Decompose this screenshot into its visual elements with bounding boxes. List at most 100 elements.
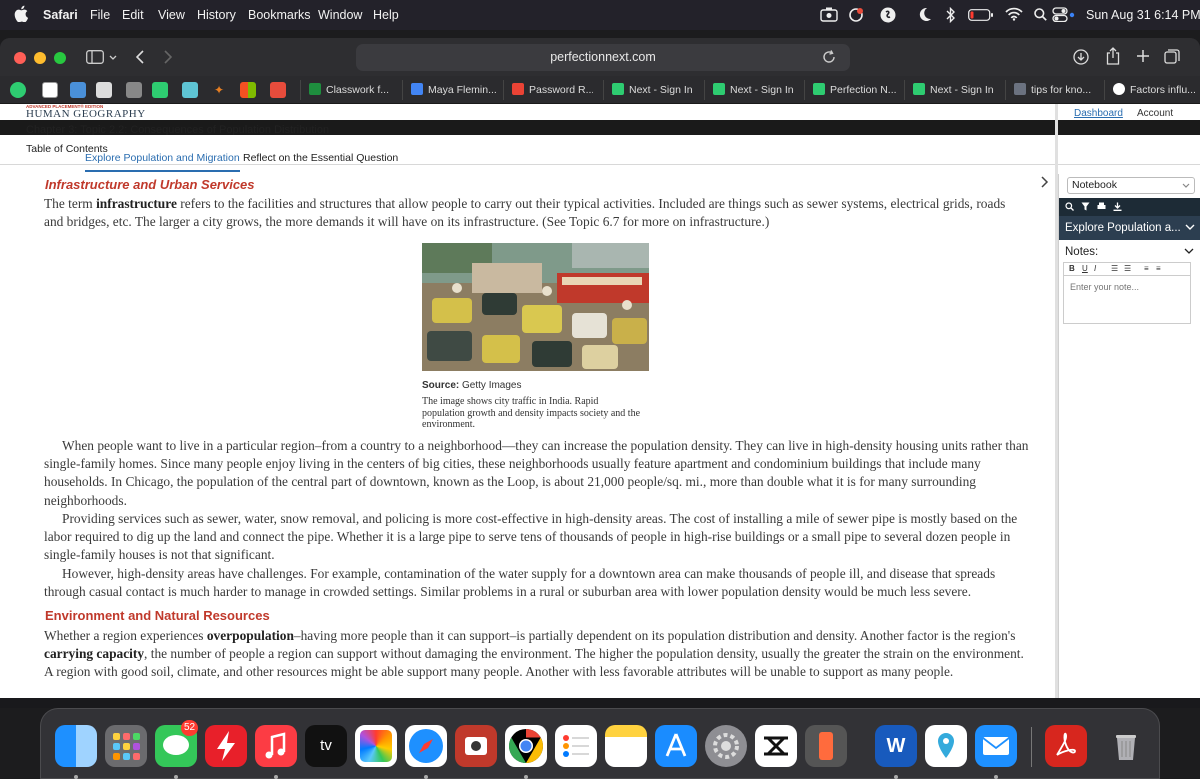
underline-button[interactable]: U (1082, 263, 1088, 275)
wifi-icon[interactable] (1005, 7, 1023, 21)
menu-window[interactable]: Window (318, 8, 362, 22)
menu-app-name[interactable]: Safari (43, 8, 78, 22)
bookmark-password[interactable]: Password R... (503, 80, 593, 100)
bookmark-icon-microsoft[interactable] (240, 82, 256, 98)
print-icon[interactable] (1097, 202, 1106, 211)
bookmark-next-sign-in-1[interactable]: Next - Sign In (603, 80, 699, 100)
notebook-section-header[interactable]: Explore Population a... (1059, 216, 1200, 240)
ordered-list-icon[interactable]: ☰ (1111, 263, 1118, 275)
photo-booth-icon[interactable] (455, 725, 497, 767)
notes-app-icon[interactable] (605, 725, 647, 767)
spark-icon[interactable] (205, 725, 247, 767)
menu-view[interactable]: View (158, 8, 185, 22)
iphone-mirroring-icon[interactable] (805, 725, 847, 767)
launchpad-grid-icon (113, 733, 140, 760)
back-arrow-icon[interactable] (136, 50, 144, 64)
bookmark-next-sign-in-2[interactable]: Next - Sign In (704, 80, 800, 100)
battery-icon[interactable] (968, 9, 994, 21)
bookmark-maya[interactable]: Maya Flemin... (402, 80, 497, 100)
spotlight-search-icon[interactable] (1034, 8, 1047, 21)
align-justify-icon[interactable]: ≡ (1156, 263, 1161, 275)
system-settings-icon[interactable] (705, 725, 747, 767)
app-store-icon[interactable] (655, 725, 697, 767)
maps-pin-icon[interactable] (925, 725, 967, 767)
capcut-icon[interactable] (755, 725, 797, 767)
apple-tv-icon[interactable]: tv (305, 725, 347, 767)
control-center-icon[interactable] (1052, 7, 1076, 22)
window-close-button[interactable] (14, 52, 26, 64)
list-icon (563, 735, 589, 757)
photos-icon[interactable] (355, 725, 397, 767)
bookmark-icon-shield[interactable] (10, 82, 26, 98)
reminders-icon[interactable] (555, 725, 597, 767)
tab-reflect-question[interactable]: Reflect on the Essential Question (243, 152, 398, 164)
chevron-down-icon[interactable] (1184, 248, 1194, 255)
safari-toolbar: perfectionnext.com (0, 38, 1200, 76)
menu-edit[interactable]: Edit (122, 8, 144, 22)
bookmark-next-sign-in-3[interactable]: Next - Sign In (904, 80, 1000, 100)
tab-explore-population[interactable]: Explore Population and Migration (85, 152, 240, 172)
bookmark-classwork[interactable]: Classwork f... (300, 80, 392, 100)
screen-record-icon[interactable] (820, 7, 838, 22)
unordered-list-icon[interactable]: ☰ (1124, 263, 1131, 275)
menubar-clock[interactable]: Sun Aug 31 6:14 PM (1086, 8, 1200, 22)
creative-cloud-icon[interactable] (846, 7, 866, 22)
menu-history[interactable]: History (197, 8, 236, 22)
bookmark-factors[interactable]: Factors influ... (1104, 80, 1200, 100)
align-left-icon[interactable]: ≡ (1144, 263, 1149, 275)
shazam-icon[interactable] (880, 7, 896, 23)
launchpad-icon[interactable] (105, 725, 147, 767)
bookmark-icon-next[interactable] (152, 82, 168, 98)
bookmark-icon-calendar[interactable] (96, 82, 112, 98)
brand-logo[interactable]: HUMAN GEOGRAPHY (26, 108, 146, 120)
bookmark-icon-notion[interactable] (42, 82, 58, 98)
reload-icon[interactable] (822, 50, 836, 64)
bookmark-tips[interactable]: tips for kno... (1005, 80, 1095, 100)
sidebar-toggle-icon[interactable] (86, 50, 104, 64)
trash-icon[interactable] (1105, 725, 1147, 767)
article-body: Infrastructure and Urban Services The te… (30, 176, 1035, 698)
bookmark-icon-chat[interactable] (182, 82, 198, 98)
filter-icon[interactable] (1081, 202, 1090, 211)
chevron-right-icon[interactable] (1040, 176, 1050, 188)
desktop-strip (0, 698, 1200, 708)
bookmark-perfection[interactable]: Perfection N... (804, 80, 900, 100)
tab-overview-icon[interactable] (1164, 48, 1180, 64)
new-tab-plus-icon[interactable] (1136, 49, 1150, 63)
bookmarks-bar: ✦ Classwork f... Maya Flemin... Password… (0, 76, 1200, 104)
bookmark-icon-app[interactable] (270, 82, 286, 98)
notebook-select[interactable]: Notebook (1067, 177, 1195, 194)
dashboard-link[interactable]: Dashboard (1074, 108, 1123, 119)
music-icon[interactable] (255, 725, 297, 767)
bold-button[interactable]: B (1069, 263, 1075, 275)
microsoft-word-icon[interactable]: W (875, 725, 917, 767)
account-link[interactable]: Account (1137, 108, 1173, 119)
chevron-down-icon[interactable] (109, 55, 117, 61)
note-textarea[interactable] (1063, 276, 1191, 324)
menu-bookmarks[interactable]: Bookmarks (248, 8, 311, 22)
chrome-icon[interactable] (505, 725, 547, 767)
do-not-disturb-moon-icon[interactable] (918, 7, 932, 22)
download-icon[interactable] (1113, 202, 1122, 211)
bookmark-icon-star[interactable]: ✦ (211, 82, 227, 98)
finder-icon[interactable] (55, 725, 97, 767)
italic-button[interactable]: I (1094, 263, 1096, 275)
menu-help[interactable]: Help (373, 8, 399, 22)
google-icon (1014, 83, 1026, 95)
safari-app-icon[interactable] (405, 725, 447, 767)
window-zoom-button[interactable] (54, 52, 66, 64)
bookmark-icon-s[interactable] (126, 82, 142, 98)
menu-file[interactable]: File (90, 8, 110, 22)
address-bar[interactable]: perfectionnext.com (356, 44, 850, 71)
apple-logo-icon[interactable] (14, 5, 28, 22)
bookmark-icon-c[interactable] (70, 82, 86, 98)
window-minimize-button[interactable] (34, 52, 46, 64)
mail-icon[interactable] (975, 725, 1017, 767)
acrobat-icon[interactable] (1045, 725, 1087, 767)
share-icon[interactable] (1106, 47, 1120, 65)
downloads-icon[interactable] (1073, 49, 1089, 65)
forward-arrow-icon[interactable] (164, 50, 172, 64)
paragraph-overpopulation: Whether a region experiences overpopulat… (44, 628, 1024, 680)
bluetooth-icon[interactable] (946, 7, 956, 23)
search-icon[interactable] (1065, 202, 1074, 211)
